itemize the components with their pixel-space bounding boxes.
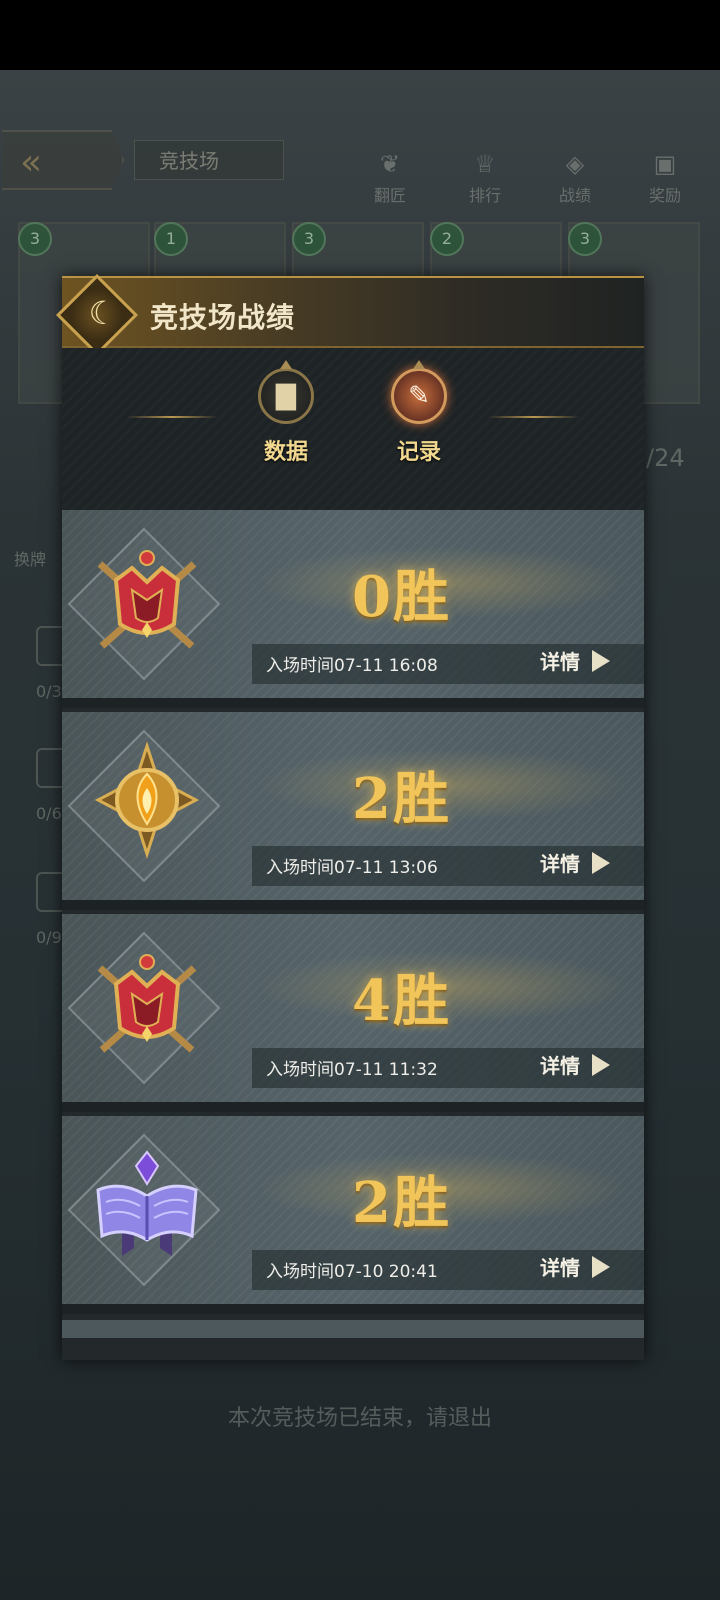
- list-item-partial: [62, 1320, 644, 1338]
- nav-item-ranking[interactable]: ♕ 排行: [450, 150, 520, 206]
- back-arrow-icon: «: [20, 142, 43, 183]
- moon-emblem-icon: ☾: [88, 294, 118, 332]
- nav-item-fanjiang[interactable]: ❦ 翻匠: [355, 150, 425, 206]
- swap-card-label: 换牌: [14, 550, 47, 569]
- progress-counter: /24: [646, 444, 685, 472]
- dialog-title: 竞技场战绩: [150, 301, 296, 334]
- nav-item-reward[interactable]: ▣ 奖励: [630, 150, 700, 206]
- shield-icon: ◈: [565, 150, 585, 178]
- list-item[interactable]: 4胜 入场时间07-11 11:32 详情: [62, 914, 644, 1112]
- tab-data-ring: ▇: [258, 360, 314, 424]
- chart-icon: ▇: [276, 381, 296, 411]
- detail-button[interactable]: 详情: [540, 646, 610, 675]
- reward-icon: ▣: [653, 150, 677, 178]
- entry-time: 入场时间07-11 16:08: [266, 656, 438, 676]
- play-arrow-icon: [592, 649, 610, 672]
- detail-button[interactable]: 详情: [540, 1252, 610, 1281]
- tab-bar: ▇ 数据 ✎ 记录: [62, 348, 644, 510]
- win-count: 2胜: [352, 1170, 451, 1236]
- crown-shield-badge-icon: [97, 954, 197, 1053]
- entry-time: 入场时间07-10 20:41: [266, 1262, 438, 1282]
- play-arrow-icon: [592, 851, 610, 874]
- page-title: 竞技场: [134, 140, 284, 180]
- entry-time: 入场时间07-11 13:06: [266, 858, 438, 878]
- list-item[interactable]: 0胜 入场时间07-11 16:08 详情: [62, 510, 644, 708]
- arena-record-dialog: ☾ 竞技场战绩 ▇ 数据 ✎ 记录 0胜 入场时间07-11 16:08 详情 …: [55, 273, 644, 1360]
- dialog-header: ☾ 竞技场战绩: [55, 273, 644, 357]
- scroll-icon: ✎: [408, 381, 430, 411]
- win-count: 0胜: [352, 564, 451, 630]
- status-bar: [0, 0, 720, 70]
- tab-record[interactable]: ✎ 记录: [379, 358, 459, 466]
- crown-shield-badge-icon: [97, 550, 197, 649]
- trophy-icon: ♕: [474, 150, 496, 178]
- win-count: 2胜: [352, 766, 451, 832]
- side-count: 0/3: [36, 682, 62, 701]
- entry-time: 入场时间07-11 11:32: [266, 1060, 438, 1080]
- detail-button[interactable]: 详情: [540, 1050, 610, 1079]
- play-arrow-icon: [592, 1053, 610, 1076]
- tab-data[interactable]: ▇ 数据: [246, 358, 326, 466]
- side-count: 0/6: [36, 804, 62, 823]
- play-arrow-icon: [592, 1255, 610, 1278]
- win-count: 4胜: [352, 968, 451, 1034]
- list-item[interactable]: 2胜 入场时间07-11 13:06 详情: [62, 712, 644, 910]
- side-count: 0/9: [36, 928, 62, 947]
- wing-icon: ❦: [379, 150, 401, 178]
- divider: [126, 416, 218, 418]
- detail-button[interactable]: 详情: [540, 848, 610, 877]
- nav-item-record[interactable]: ◈ 战绩: [540, 150, 610, 206]
- list-item[interactable]: 2胜 入场时间07-10 20:41 详情: [62, 1116, 644, 1314]
- spellbook-badge-icon: [96, 1150, 198, 1256]
- divider: [488, 416, 580, 418]
- tab-record-ring: ✎: [391, 360, 447, 424]
- sun-emblem-badge-icon: [94, 741, 200, 859]
- arena-ended-notice: 本次竞技场已结束，请退出: [227, 1406, 492, 1431]
